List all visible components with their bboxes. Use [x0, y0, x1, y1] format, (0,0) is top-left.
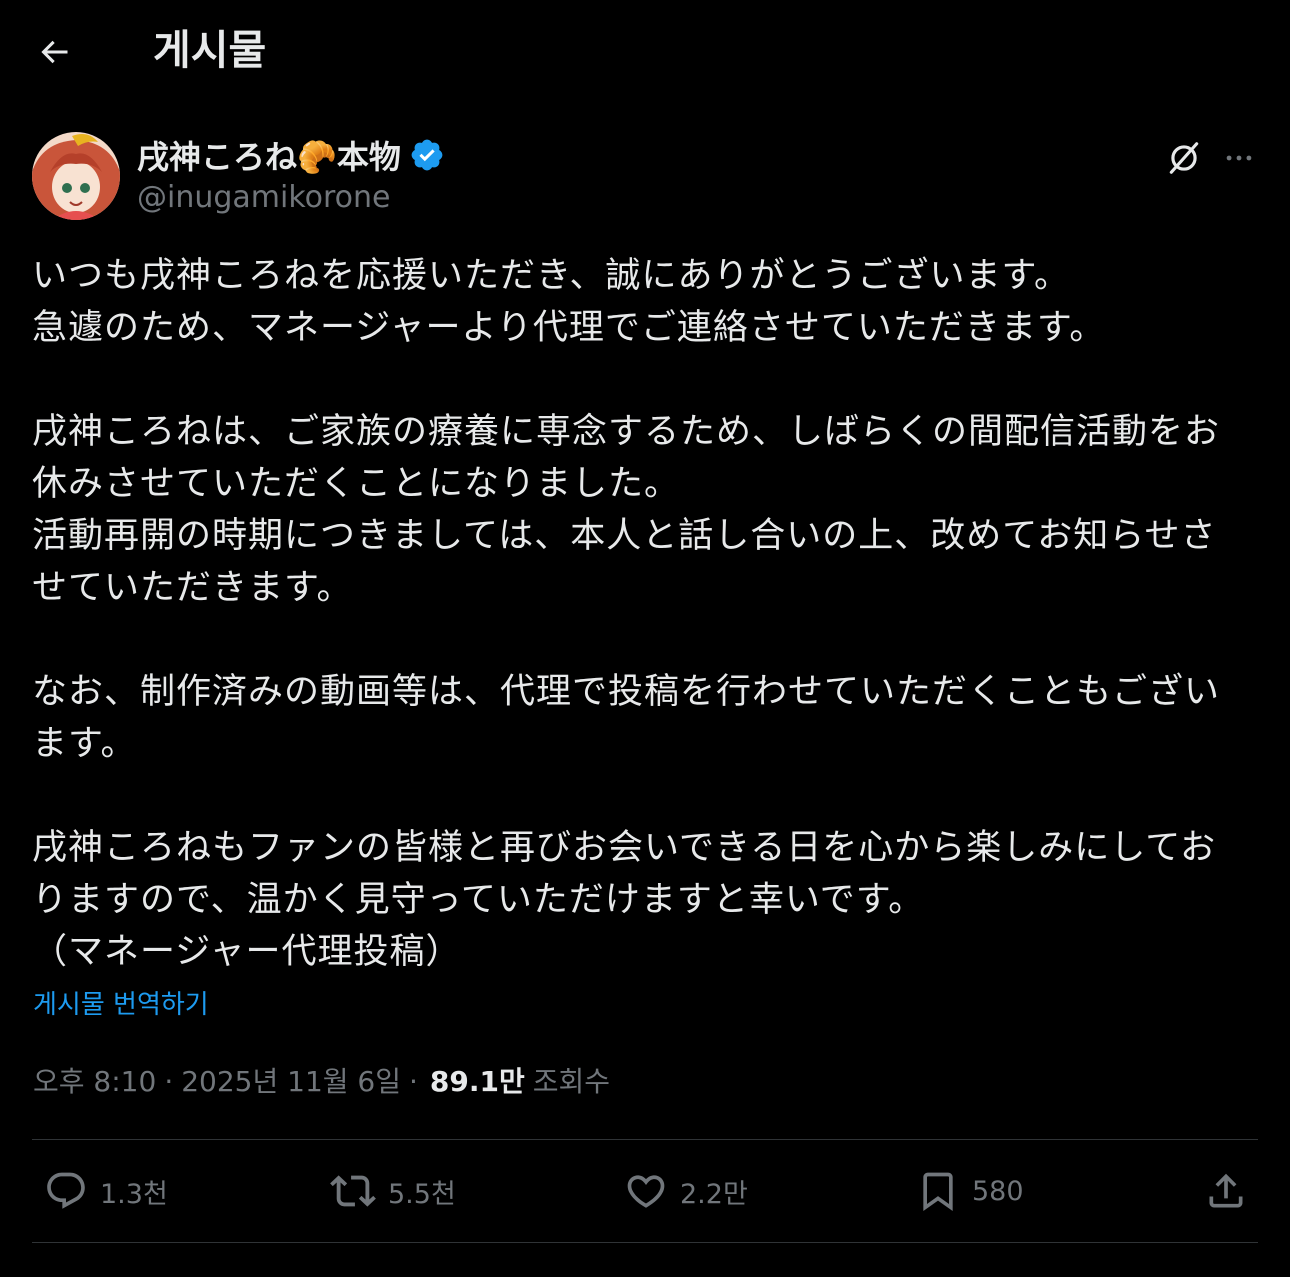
croissant-emoji: 🥐 [297, 138, 337, 176]
heart-icon [627, 1175, 665, 1208]
post-date[interactable]: 2025년 11월 6일 [181, 1060, 401, 1100]
tweet-line: 戌神ころねは、ご家族の療養に専念するため、しばらくの間配信活動をお [32, 412, 1221, 452]
like-count: 2.2만 [680, 1178, 748, 1210]
repost-count: 5.5천 [388, 1178, 456, 1210]
tweet-line: 戌神ころねもファンの皆様と再びお会いできる日を心から楽しみにしてお [32, 828, 1217, 868]
grok-icon [1169, 142, 1199, 174]
like-button[interactable]: 2.2만 [624, 1167, 748, 1215]
tweet-line: ます。 [32, 724, 137, 764]
tweet-line: りますので、温かく見守っていただけますと幸いです。 [32, 880, 925, 920]
reply-button[interactable]: 1.3천 [44, 1167, 168, 1215]
bookmark-count: 580 [972, 1175, 1024, 1207]
bookmark-button[interactable]: 580 [916, 1167, 1024, 1215]
post-time[interactable]: 오후 8:10 [33, 1060, 156, 1100]
bookmark-icon [923, 1172, 953, 1212]
arrow-left-icon [41, 40, 68, 64]
tweet-line: せていただきます。 [32, 568, 353, 608]
divider [32, 1139, 1258, 1140]
verified-badge-icon[interactable] [409, 137, 445, 173]
views-label: 조회수 [532, 1065, 611, 1098]
tweet-line: なお、制作済みの動画等は、代理で投稿を行わせていただくこともござい [32, 672, 1221, 712]
top-bar: 게시물 [0, 0, 1290, 100]
display-name-suffix: 本物 [336, 138, 401, 176]
avatar-image [32, 132, 120, 220]
action-bar: 1.3천 5.5천 2.2만 580 [32, 1141, 1258, 1241]
tweet-line: 活動再開の時期につきましては、本人と話し合いの上、改めてお知らせさ [32, 516, 1217, 556]
user-handle[interactable]: @inugamikorone [137, 180, 391, 215]
share-button[interactable] [1204, 1167, 1248, 1215]
page-title: 게시물 [153, 26, 267, 74]
grok-button[interactable] [1162, 136, 1206, 180]
repost-button[interactable]: 5.5천 [330, 1167, 456, 1215]
tweet-author: 戌神ころね🥐本物 @inugamikorone [32, 130, 1262, 222]
display-name-row: 戌神ころね🥐本物 [137, 132, 445, 178]
more-options-button[interactable] [1217, 136, 1261, 180]
display-name[interactable]: 戌神ころね🥐本物 [137, 132, 401, 178]
share-icon [1209, 1173, 1243, 1208]
tweet-line: いつも戌神ころねを応援いただき、誠にありがとうございます。 [32, 256, 1071, 296]
reply-icon [47, 1172, 85, 1209]
repost-icon [330, 1175, 376, 1207]
display-name-text: 戌神ころね [137, 138, 298, 176]
reply-count: 1.3천 [100, 1178, 168, 1210]
views-count[interactable]: 89.1만 [430, 1060, 525, 1100]
back-button[interactable] [30, 28, 78, 76]
tweet-meta: 오후 8:10 · 2025년 11월 6일 · 89.1만 조회수 [33, 1060, 610, 1100]
meta-separator: · [409, 1065, 418, 1098]
tweet-line: 急遽のため、マネージャーより代理でご連絡させていただきます。 [32, 308, 1106, 348]
meta-separator: · [164, 1065, 174, 1098]
tweet-line: 休みさせていただくことになりました。 [32, 464, 681, 504]
tweet-text: いつも戌神ころねを応援いただき、誠にありがとうございます。 急遽のため、マネージ… [32, 250, 1267, 978]
translate-post-link[interactable]: 게시물 번역하기 [33, 984, 209, 1021]
divider [32, 1242, 1258, 1243]
tweet-line: （マネージャー代理投稿） [32, 932, 462, 972]
more-horizontal-icon [1226, 155, 1252, 161]
avatar[interactable] [32, 132, 120, 220]
